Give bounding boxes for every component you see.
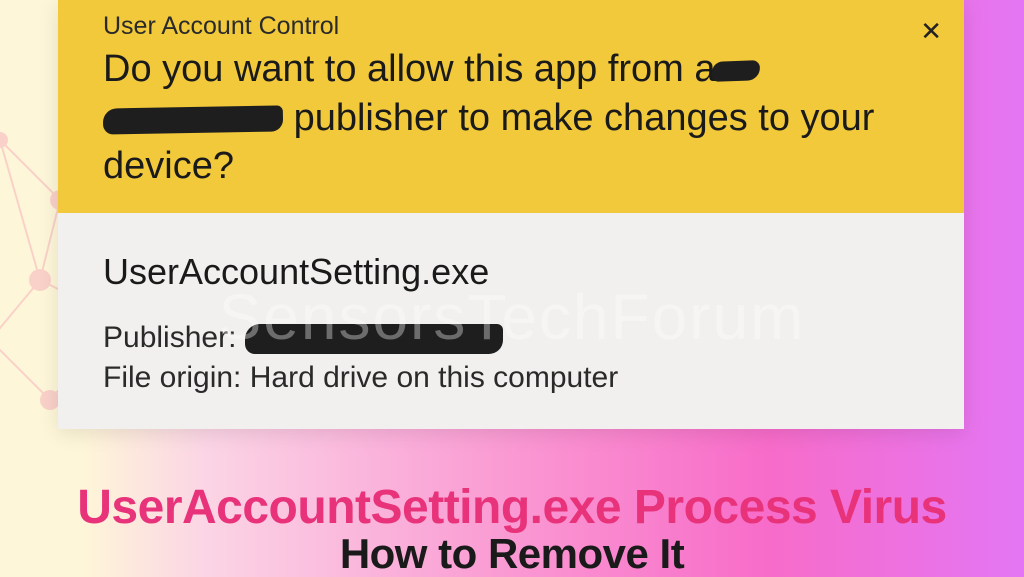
uac-prompt: Do you want to allow this app from a pub… [103,45,942,191]
article-caption: UserAccountSetting.exe Process Virus How… [0,484,1024,576]
file-origin-row: File origin: Hard drive on this computer [103,361,942,395]
file-origin-value: Hard drive on this computer [241,361,618,394]
uac-dialog-body: UserAccountSetting.exe Publisher: File o… [58,213,964,429]
prompt-text-3: device? [103,145,234,187]
redaction-mark [245,324,503,354]
uac-title: User Account Control [103,12,942,41]
redaction-mark [103,105,283,134]
publisher-row: Publisher: [103,321,942,355]
uac-dialog-header: User Account Control ✕ Do you want to al… [58,0,964,213]
uac-dialog: User Account Control ✕ Do you want to al… [58,0,964,429]
file-origin-label: File origin: [103,361,241,394]
caption-subtitle: How to Remove It [0,533,1024,576]
program-name: UserAccountSetting.exe [103,251,942,293]
redaction-mark [711,60,760,82]
publisher-label: Publisher: [103,321,236,354]
close-icon[interactable]: ✕ [920,18,942,44]
prompt-text-1: Do you want to allow this app from a [103,48,716,90]
prompt-text-2: publisher to make changes to your [294,97,875,139]
caption-title: UserAccountSetting.exe Process Virus [0,484,1024,533]
